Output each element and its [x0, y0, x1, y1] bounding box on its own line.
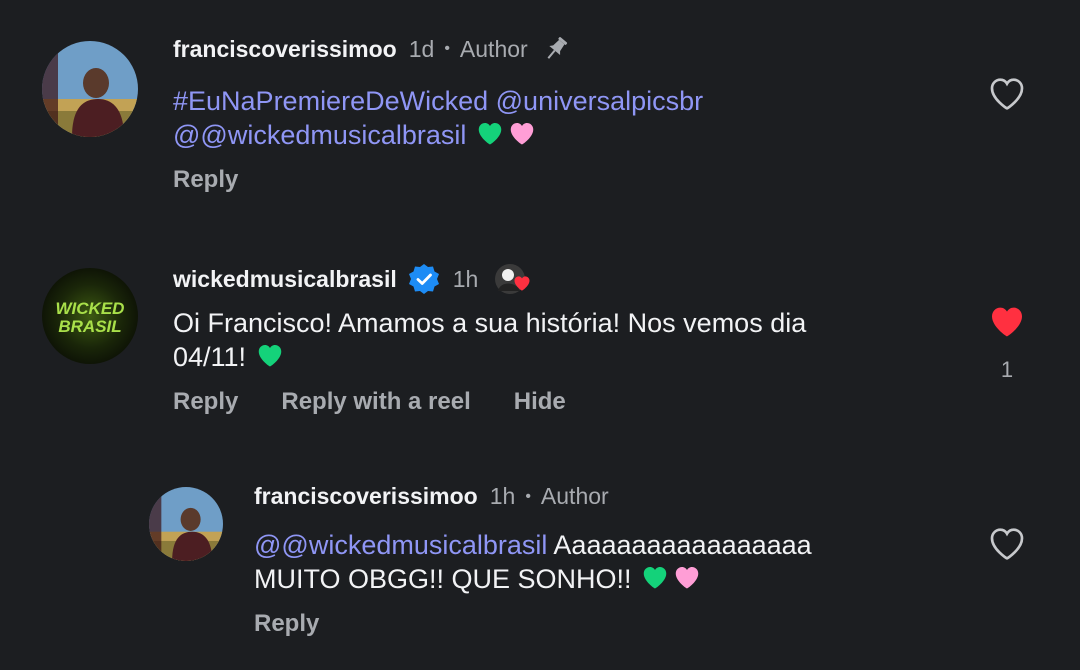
author-badge: Author	[540, 483, 609, 509]
comment-text: @@wickedmusicalbrasil Aaaaaaaaaaaaaaaaa …	[254, 529, 954, 600]
logo-text-top: WICKED	[56, 299, 125, 318]
green-heart-icon	[639, 562, 671, 600]
timestamp: 1h	[452, 265, 479, 292]
green-heart-icon	[474, 118, 506, 156]
mention-link[interactable]: @wickedmusicalbrasil	[200, 120, 466, 150]
username[interactable]: wickedmusicalbrasil	[173, 266, 397, 293]
pink-heart-icon	[671, 562, 703, 600]
liked-heart-icon[interactable]	[986, 301, 1028, 346]
reply-button[interactable]: Reply	[173, 388, 238, 416]
comment-actions: Reply	[173, 166, 281, 194]
hide-button[interactable]: Hide	[514, 388, 566, 416]
comment-text: #EuNaPremiereDeWicked @universalpicsbr @…	[173, 85, 953, 156]
liked-by-author-avatar-icon	[490, 261, 536, 297]
username[interactable]: franciscoverissimoo	[173, 36, 397, 63]
reply-with-reel-button[interactable]: Reply with a reel	[281, 388, 470, 416]
like-heart-icon[interactable]	[986, 523, 1028, 568]
mention-link[interactable]: @universalpicsbr	[496, 86, 703, 116]
separator-dot: •	[525, 487, 531, 505]
logo-text-bottom: BRASIL	[58, 317, 121, 336]
mention-link[interactable]: @wickedmusicalbrasil	[281, 530, 547, 560]
threads-icon: @	[254, 530, 282, 560]
like-heart-icon[interactable]	[986, 73, 1028, 118]
comment-actions: Reply Reply with a reel Hide	[173, 388, 609, 416]
comment-text-line: Oi Francisco! Amamos a sua história! Nos…	[173, 308, 807, 338]
avatar[interactable]: WICKED BRASIL	[42, 268, 138, 364]
hashtag-link[interactable]: #EuNaPremiereDeWicked	[173, 86, 488, 116]
reply-button[interactable]: Reply	[254, 610, 319, 638]
comment-text-line: 04/11!	[173, 342, 247, 372]
username[interactable]: franciscoverissimoo	[254, 483, 478, 510]
comment-text-line: MUITO OBGG!! QUE SONHO!!	[254, 564, 632, 594]
verified-badge-icon	[407, 262, 441, 296]
author-badge: Author	[459, 35, 528, 62]
like-count: 1	[1000, 357, 1014, 382]
reply-button[interactable]: Reply	[173, 166, 238, 194]
separator-dot: •	[444, 40, 450, 57]
timestamp: 1d	[408, 35, 435, 62]
pin-icon	[540, 33, 572, 65]
green-heart-icon	[254, 340, 286, 378]
pink-heart-icon	[506, 118, 538, 156]
threads-icon: @	[173, 120, 201, 150]
avatar[interactable]	[42, 41, 138, 137]
timestamp: 1h	[489, 483, 516, 509]
comment-actions: Reply	[254, 610, 362, 638]
comment-text-part: Aaaaaaaaaaaaaaaaa	[547, 530, 812, 560]
avatar[interactable]	[149, 487, 223, 561]
comment-text: Oi Francisco! Amamos a sua história! Nos…	[173, 307, 953, 378]
